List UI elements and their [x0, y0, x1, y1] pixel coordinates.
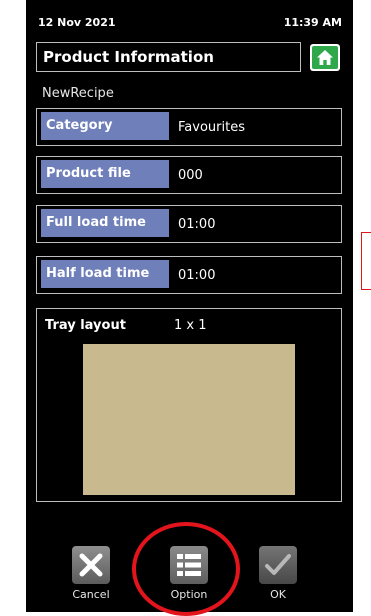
recipe-name: NewRecipe: [42, 86, 114, 101]
ok-button-face: [259, 546, 297, 584]
tray-layout-label: Tray layout: [45, 318, 126, 333]
product-file-field[interactable]: Product file 000: [36, 156, 342, 194]
category-field[interactable]: Category Favourites: [36, 108, 342, 146]
category-value: Favourites: [178, 120, 245, 135]
tray-layout-value: 1 x 1: [174, 318, 207, 333]
home-button-face: [312, 46, 338, 69]
highlight-circle-annotation: [132, 522, 240, 616]
device-screen: 12 Nov 2021 11:39 AM Product Information…: [26, 0, 353, 612]
full-load-time-field[interactable]: Full load time 01:00: [36, 205, 342, 243]
cancel-button-face: [72, 546, 110, 584]
page-title: Product Information: [36, 42, 301, 72]
status-time: 11:39 AM: [283, 16, 342, 29]
close-icon: [79, 553, 103, 577]
cancel-button-label: Cancel: [72, 588, 110, 601]
checkmark-icon: [265, 554, 291, 575]
product-file-label: Product file: [41, 160, 169, 188]
ok-button[interactable]: OK: [251, 546, 305, 606]
tray-preview[interactable]: [83, 344, 295, 495]
status-date: 12 Nov 2021: [38, 16, 116, 29]
home-button[interactable]: [310, 44, 340, 71]
full-load-time-value: 01:00: [178, 217, 216, 232]
home-icon: [317, 50, 333, 65]
ok-button-label: OK: [270, 588, 286, 601]
side-marker-annotation: [361, 232, 371, 290]
tray-layout-panel: Tray layout 1 x 1: [36, 308, 342, 502]
category-label: Category: [41, 112, 169, 140]
half-load-time-field[interactable]: Half load time 01:00: [36, 256, 342, 294]
half-load-time-value: 01:00: [178, 268, 216, 283]
product-file-value: 000: [178, 168, 203, 183]
full-load-time-label: Full load time: [41, 209, 169, 237]
half-load-time-label: Half load time: [41, 260, 169, 288]
cancel-button[interactable]: Cancel: [64, 546, 118, 606]
